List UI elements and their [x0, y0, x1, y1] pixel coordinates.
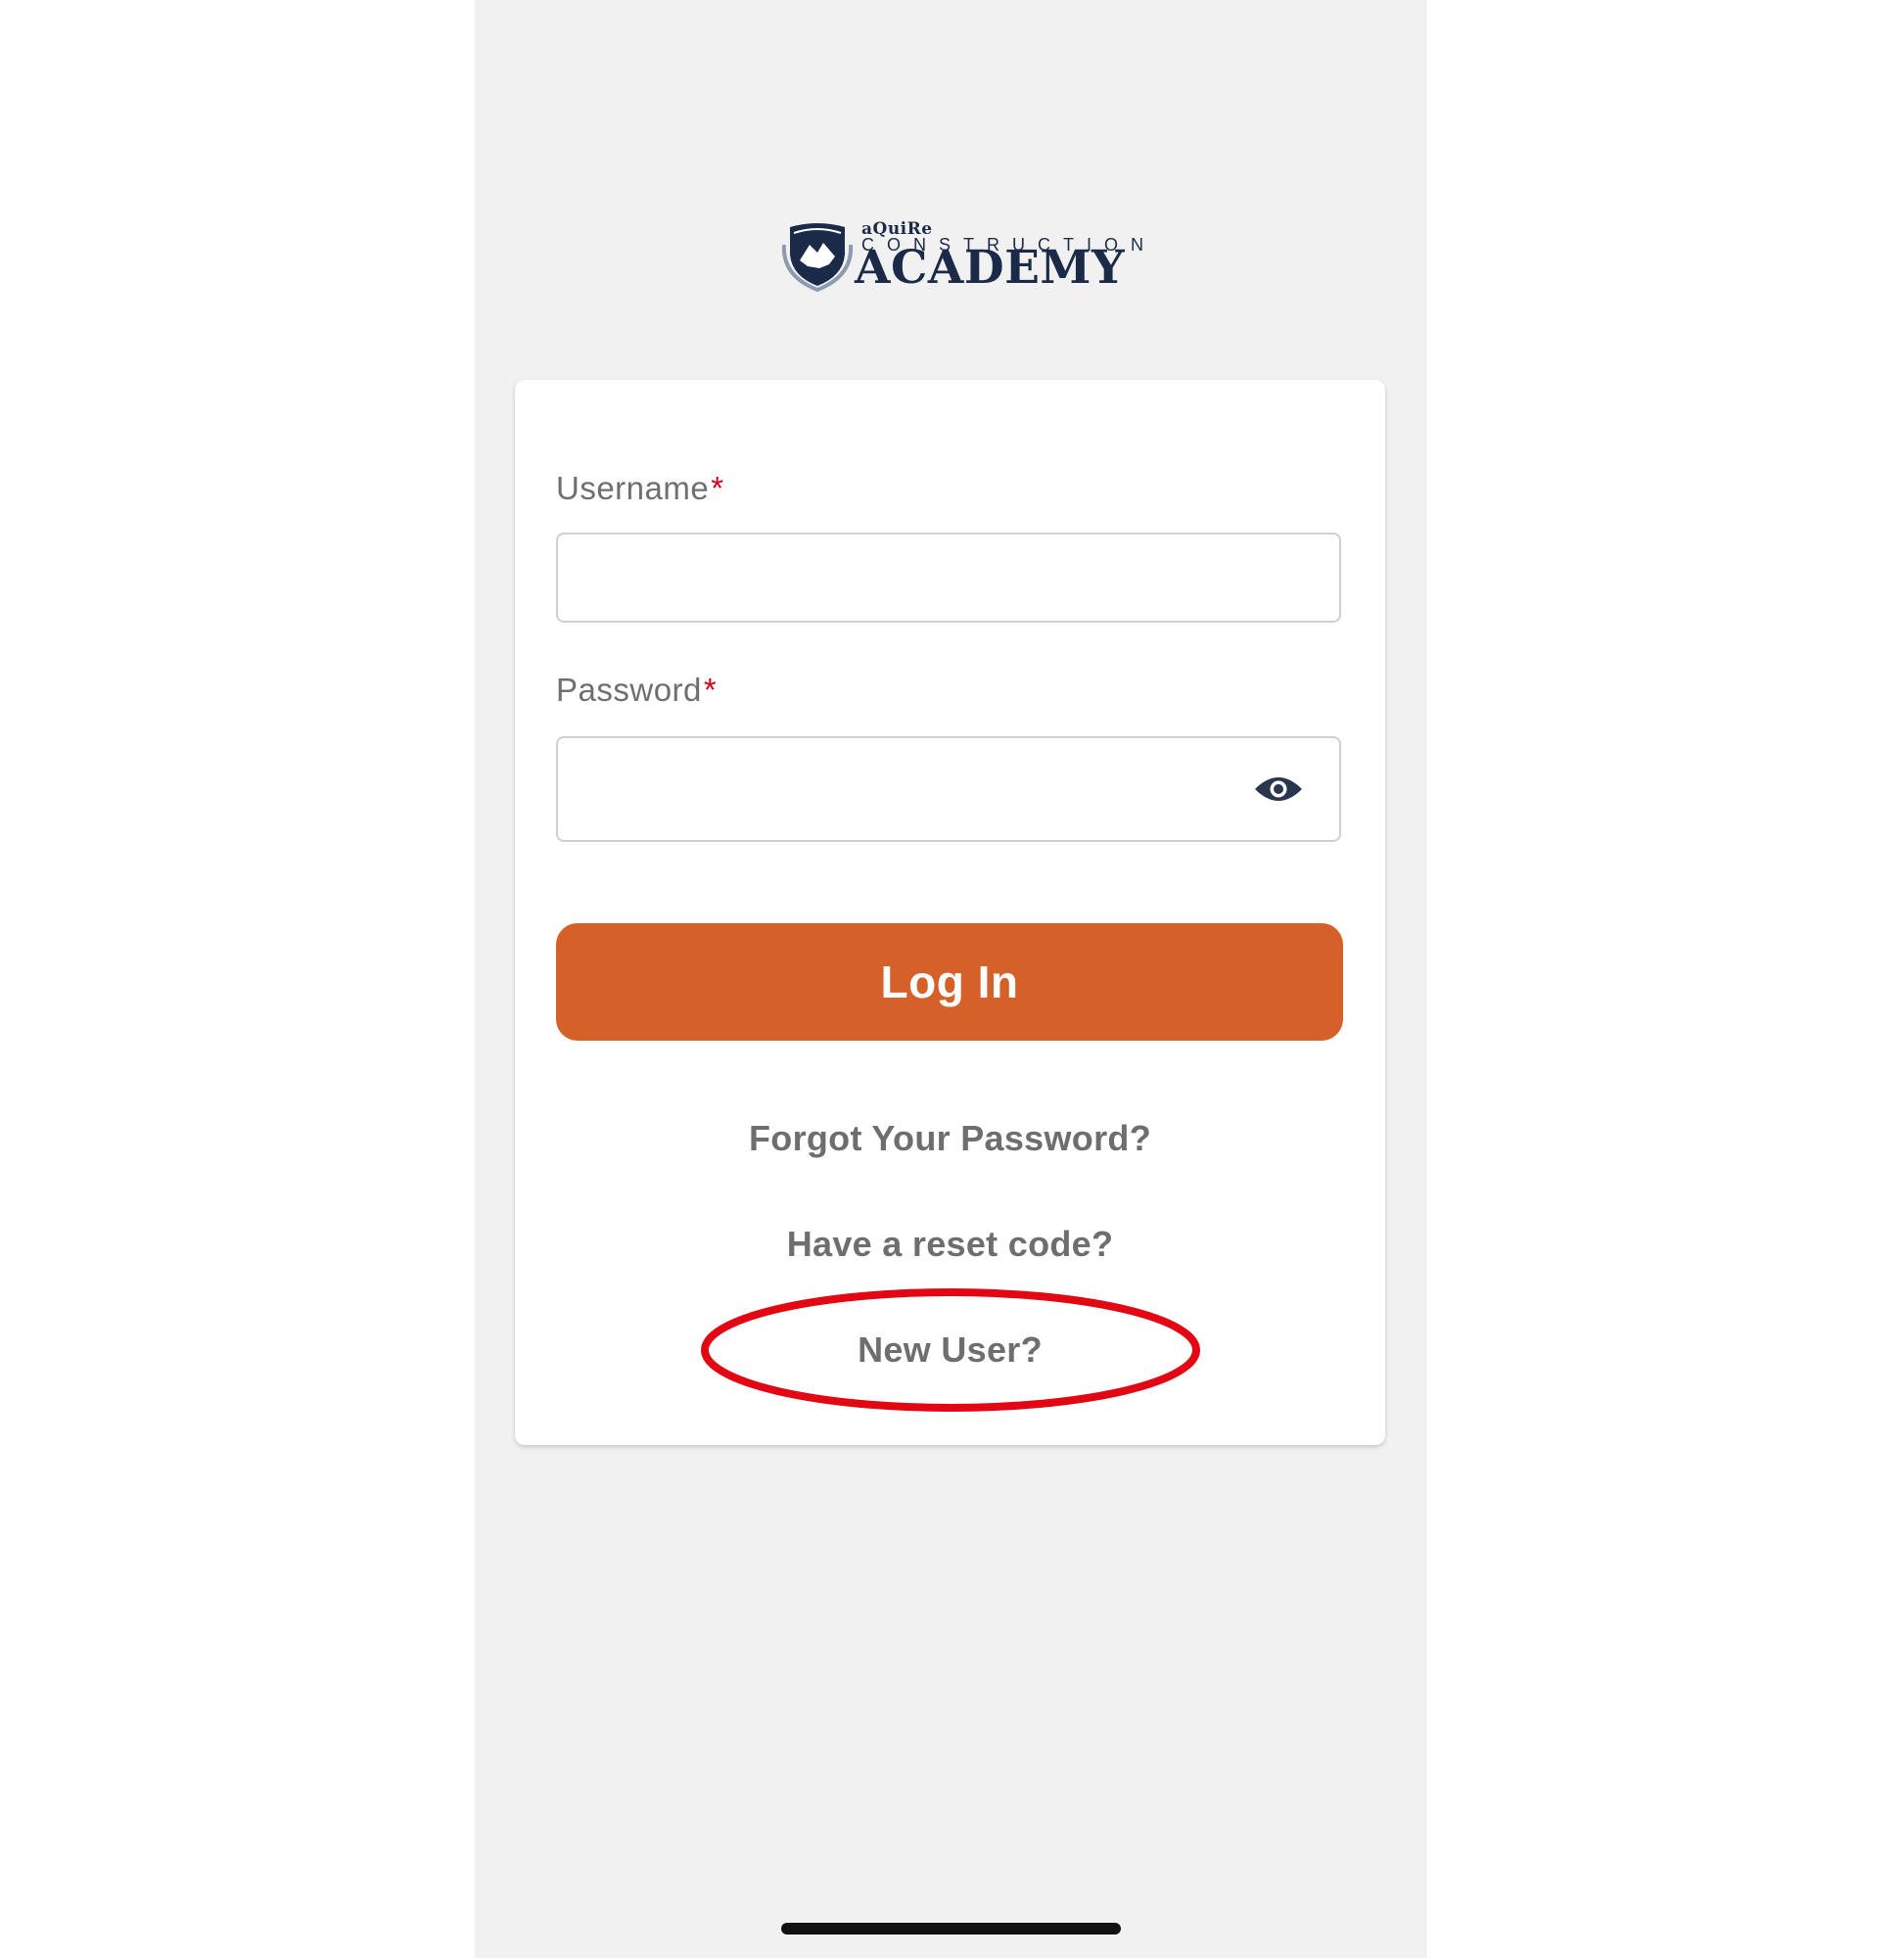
forgot-password-link[interactable]: Forgot Your Password?: [515, 1118, 1385, 1159]
required-marker: *: [703, 672, 718, 708]
password-input[interactable]: [558, 738, 1243, 840]
reset-code-link[interactable]: Have a reset code?: [515, 1224, 1385, 1265]
eye-icon[interactable]: [1253, 771, 1304, 807]
password-label-text: Password: [556, 672, 702, 708]
phone-screen: aQuiRe CONSTRUCTION ACADEMY Username* Pa…: [475, 0, 1427, 1958]
shield-crest-icon: [781, 223, 854, 293]
password-label: Password*: [556, 672, 717, 709]
login-button[interactable]: Log In: [556, 923, 1343, 1041]
username-input[interactable]: [558, 535, 1243, 621]
login-card: Username* Password* Log In Forgot Your P…: [515, 380, 1385, 1445]
password-field[interactable]: [556, 736, 1341, 842]
academy-logo: aQuiRe CONSTRUCTION ACADEMY: [778, 217, 1143, 295]
logo-text-academy: ACADEMY: [855, 241, 1125, 295]
highlight-circle-annotation: [701, 1288, 1200, 1412]
username-label-text: Username: [556, 470, 710, 506]
username-field[interactable]: [556, 533, 1341, 623]
username-label: Username*: [556, 470, 724, 507]
home-indicator[interactable]: [781, 1923, 1121, 1935]
required-marker: *: [711, 470, 724, 506]
